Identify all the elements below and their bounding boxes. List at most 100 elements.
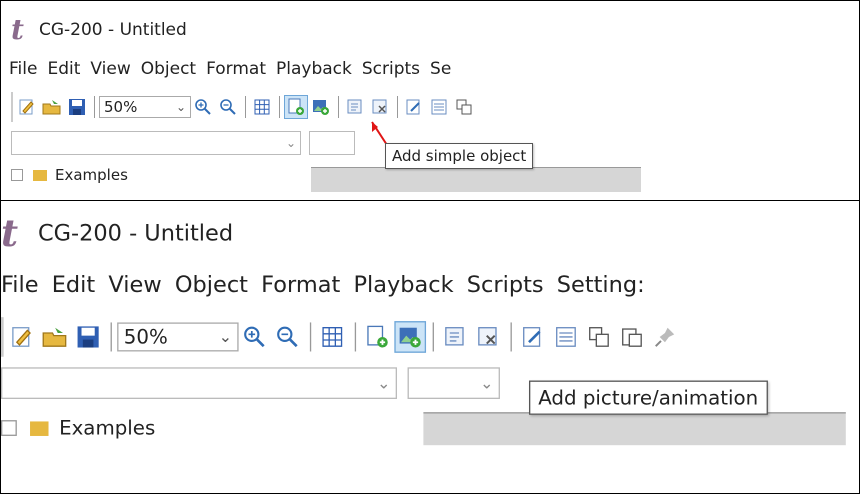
add-clip-button[interactable] [343,95,367,119]
tooltip-add-picture-animation: Add picture/animation [529,380,768,415]
zoom-in-icon [244,326,265,348]
chevron-down-icon: ⌄ [218,327,233,347]
properties-button[interactable] [402,95,426,119]
title-bar: t CG-200 - Untitled [1,214,233,254]
toolbar-separator [110,322,112,352]
menu-format[interactable]: Format [206,59,266,79]
tree-item-examples[interactable]: Examples [1,412,155,444]
zoom-out-icon [220,99,236,115]
toolbar-separator [397,96,398,118]
list-icon [556,327,576,347]
tree-item-label: Examples [59,416,156,440]
grid-button[interactable] [250,95,274,119]
menu-settings[interactable]: Setting: [557,272,645,298]
app-window-bottom: t CG-200 - Untitled File Edit View Objec… [1,201,846,452]
delete-button[interactable] [368,95,392,119]
zoom-out-button[interactable] [216,95,240,119]
toolbar-separator [338,96,339,118]
add-simple-object-button[interactable] [284,95,308,119]
size-combo[interactable]: ⌄ [407,367,500,399]
toolbar-separator [354,322,357,352]
add-picture-animation-button[interactable] [394,321,427,353]
menu-edit[interactable]: Edit [52,272,95,298]
edit-icon [19,99,34,115]
folder-icon [33,169,47,181]
open-button[interactable] [40,95,64,119]
font-combo[interactable]: ⌄ [11,131,301,155]
open-button[interactable] [39,321,71,353]
tree-item-examples[interactable]: Examples [11,163,128,187]
list-button[interactable] [427,95,451,119]
list-icon [431,99,447,115]
menu-playback[interactable]: Playback [276,59,352,79]
tooltip-add-simple-object: Add simple object [385,143,534,169]
properties-button[interactable] [517,321,549,353]
menu-bar: File Edit View Object Format Playback Sc… [1,272,658,298]
size-combo[interactable] [309,131,355,155]
expand-icon[interactable] [11,169,23,181]
properties-icon [523,327,541,347]
zoom-in-button[interactable] [191,95,215,119]
save-button[interactable] [72,321,104,353]
menu-scripts[interactable]: Scripts [467,272,544,298]
chevron-down-icon: ⌄ [175,100,186,114]
menu-file[interactable]: File [1,272,39,298]
font-combo[interactable]: ⌄ [1,367,398,399]
window-title: CG-200 - Untitled [37,220,234,248]
menu-edit[interactable]: Edit [47,59,80,79]
zoom-select[interactable]: 50% ⌄ [117,322,239,352]
zoom-out-button[interactable] [272,321,304,353]
toolbar-separator [94,96,95,118]
delete-icon [372,99,387,114]
tree-item-label: Examples [55,166,128,184]
add-clip-icon [347,99,362,114]
add-simple-object-icon [367,325,388,348]
delete-button[interactable] [472,321,504,353]
edit-button[interactable] [6,321,38,353]
menu-settings[interactable]: Se [430,59,451,79]
menu-format[interactable]: Format [261,272,340,298]
expand-icon[interactable] [1,420,17,436]
menu-playback[interactable]: Playback [353,272,453,298]
paste-button[interactable] [616,321,648,353]
pin-button[interactable] [649,321,681,353]
add-clip-button[interactable] [439,321,471,353]
menu-object[interactable]: Object [141,59,196,79]
copy-button[interactable] [583,321,615,353]
screenshot-panel-bottom: t CG-200 - Untitled File Edit View Objec… [0,200,860,494]
open-folder-icon [42,100,61,115]
zoom-in-button[interactable] [239,321,271,353]
menu-file[interactable]: File [9,59,37,79]
app-logo: t [1,211,19,256]
pin-icon [655,327,675,347]
workspace-area [423,412,846,446]
title-bar: t CG-200 - Untitled [11,15,187,45]
grid-button[interactable] [316,321,348,353]
save-button[interactable] [65,95,89,119]
edit-button[interactable] [15,95,39,119]
add-picture-animation-icon [399,327,421,348]
copy-icon [589,327,609,347]
menu-object[interactable]: Object [175,272,248,298]
add-picture-animation-button[interactable] [309,95,333,119]
properties-icon [406,99,420,115]
chevron-down-icon: ⌄ [285,136,296,150]
delete-icon [478,327,497,346]
main-toolbar: 50% ⌄ [1,317,682,357]
save-icon [77,326,99,348]
chevron-down-icon: ⌄ [377,373,391,393]
menu-scripts[interactable]: Scripts [362,59,420,79]
add-simple-object-button[interactable] [361,321,393,353]
app-logo: t [11,13,24,46]
app-window-top: t CG-200 - Untitled File Edit View Objec… [1,1,641,192]
copy-button[interactable] [452,95,476,119]
menu-bar: File Edit View Object Format Playback Sc… [9,59,461,79]
folder-icon [30,420,49,436]
list-button[interactable] [550,321,582,353]
main-toolbar: 50% ⌄ [11,92,477,122]
menu-view[interactable]: View [108,272,161,298]
menu-view[interactable]: View [90,59,130,79]
zoom-value: 50% [123,325,168,349]
zoom-select[interactable]: 50% ⌄ [99,96,191,118]
format-toolbar: ⌄ ⌄ [1,365,500,402]
